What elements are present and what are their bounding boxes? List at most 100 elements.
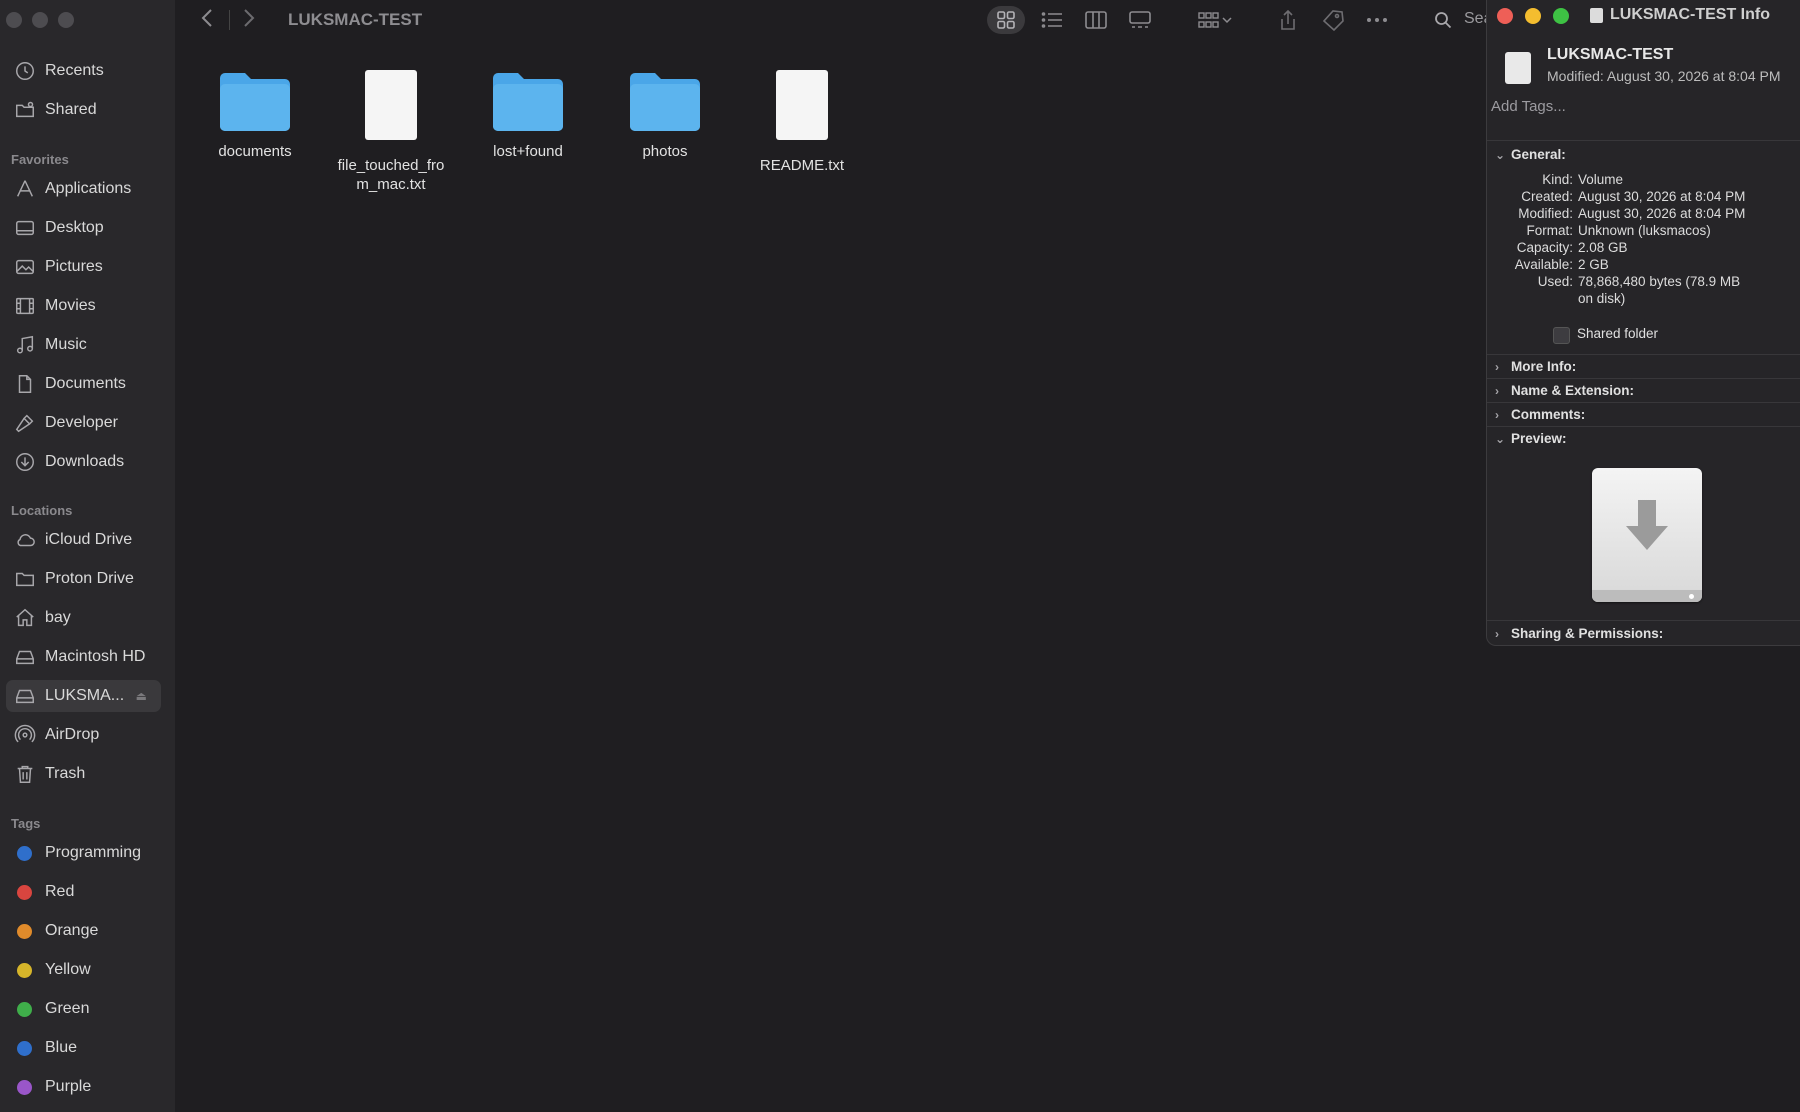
minimize-button[interactable]	[32, 12, 48, 28]
desktop-icon	[16, 220, 34, 236]
file-item-readme[interactable]: README.txt	[732, 70, 872, 175]
tag-color-dot	[17, 1001, 32, 1017]
info-title: LUKSMAC-TEST Info	[1590, 6, 1770, 24]
shared-folder-checkbox[interactable]	[1553, 327, 1570, 344]
info-window-controls	[1497, 8, 1569, 24]
section-name-extension[interactable]: › Name & Extension:	[1495, 383, 1634, 398]
tag-button[interactable]	[1320, 6, 1346, 34]
list-view-button[interactable]	[1037, 6, 1067, 34]
sidebar-item-trash[interactable]: Trash	[6, 758, 161, 790]
chevron-right-icon: ›	[1495, 359, 1499, 374]
tag-color-dot	[17, 962, 32, 978]
info-zoom-button[interactable]	[1553, 8, 1569, 24]
tag-color-dot	[17, 845, 32, 861]
section-sharing-permissions[interactable]: › Sharing & Permissions:	[1495, 626, 1663, 641]
forward-button[interactable]	[237, 8, 261, 32]
clock-icon	[16, 62, 34, 80]
info-minimize-button[interactable]	[1525, 8, 1541, 24]
file-item-lost-found[interactable]: lost+found	[458, 70, 598, 161]
share-button[interactable]	[1275, 6, 1301, 34]
sidebar-item-bay[interactable]: bay	[6, 602, 161, 634]
info-row-kind: Kind: Volume	[1542, 172, 1624, 187]
section-comments[interactable]: › Comments:	[1495, 407, 1585, 422]
sidebar-item-luksmac-test[interactable]: LUKSMA... ⏏	[6, 680, 161, 712]
section-preview[interactable]: ⌄ Preview:	[1495, 431, 1567, 446]
search-button[interactable]	[1432, 6, 1454, 34]
sidebar-item-macintosh-hd[interactable]: Macintosh HD	[6, 641, 161, 673]
back-button[interactable]	[195, 8, 219, 32]
download-icon	[16, 453, 34, 471]
sidebar-item-recents[interactable]: Recents	[6, 55, 161, 87]
file-name: photos	[642, 143, 688, 160]
file-item-photos[interactable]: photos	[595, 70, 735, 161]
sidebar-item-pictures[interactable]: Pictures	[6, 251, 161, 283]
tags-heading: Tags	[11, 816, 41, 831]
sidebar-tag-blue[interactable]: Blue	[6, 1032, 161, 1064]
trash-icon	[17, 765, 33, 783]
window-controls	[6, 12, 74, 28]
section-more-info[interactable]: › More Info:	[1495, 359, 1576, 374]
tag-color-dot	[17, 884, 32, 900]
film-icon	[16, 297, 34, 315]
column-view-button[interactable]	[1081, 6, 1111, 34]
file-name: file_touched_from_mac.txt	[337, 157, 445, 193]
sidebar-tag-red[interactable]: Red	[6, 876, 161, 908]
sidebar-item-proton-drive[interactable]: Proton Drive	[6, 563, 161, 595]
sidebar-item-shared[interactable]: Shared	[6, 94, 161, 126]
info-row-created: Created: August 30, 2026 at 8:04 PM	[1521, 189, 1746, 204]
sidebar-item-music[interactable]: Music	[6, 329, 161, 361]
sidebar-item-airdrop[interactable]: AirDrop	[6, 719, 161, 751]
sidebar-tag-programming[interactable]: Programming	[6, 837, 161, 869]
gallery-icon	[1129, 11, 1151, 28]
info-row-modified: Modified: August 30, 2026 at 8:04 PM	[1518, 206, 1746, 221]
eject-icon[interactable]: ⏏	[136, 689, 147, 703]
file-item-file-touched-from-mac[interactable]: file_touched_from_mac.txt	[321, 70, 461, 194]
close-button[interactable]	[6, 12, 22, 28]
folder-icon	[628, 70, 702, 132]
pictures-icon	[16, 259, 34, 275]
info-row-used-cont: on disk)	[1578, 291, 1626, 306]
nav-divider	[229, 10, 230, 30]
share-icon	[1281, 9, 1295, 30]
volume-icon	[1505, 52, 1531, 84]
list-icon	[1041, 12, 1062, 28]
divider	[1487, 378, 1800, 379]
sidebar-item-movies[interactable]: Movies	[6, 290, 161, 322]
info-close-button[interactable]	[1497, 8, 1513, 24]
sidebar-item-applications[interactable]: Applications	[6, 173, 161, 205]
zoom-button[interactable]	[58, 12, 74, 28]
file-item-documents[interactable]: documents	[185, 70, 325, 161]
sidebar-tag-purple[interactable]: Purple	[6, 1071, 161, 1103]
shared-folder-label: Shared folder	[1577, 326, 1659, 341]
drive-base	[1592, 590, 1702, 602]
info-row-available: Available: 2 GB	[1514, 257, 1609, 272]
home-icon	[16, 608, 34, 627]
sidebar-item-developer[interactable]: Developer	[6, 407, 161, 439]
text-file-icon	[776, 70, 828, 140]
sidebar-tag-green[interactable]: Green	[6, 993, 161, 1025]
icon-view-button[interactable]	[987, 6, 1025, 34]
sidebar-item-downloads[interactable]: Downloads	[6, 446, 161, 478]
file-name: README.txt	[759, 157, 845, 174]
sidebar-item-icloud-drive[interactable]: iCloud Drive	[6, 524, 161, 556]
sidebar-tag-yellow[interactable]: Yellow	[6, 954, 161, 986]
chevron-down-icon	[1222, 17, 1232, 24]
sidebar-item-documents[interactable]: Documents	[6, 368, 161, 400]
divider	[1487, 140, 1800, 141]
more-actions-button[interactable]	[1364, 6, 1390, 34]
file-name: documents	[218, 143, 292, 160]
locations-heading: Locations	[11, 503, 73, 518]
drive-icon	[16, 650, 34, 665]
group-by-button[interactable]	[1193, 6, 1237, 34]
sidebar-item-desktop[interactable]: Desktop	[6, 212, 161, 244]
chevron-right-icon: ›	[1495, 383, 1499, 398]
group-grid-icon	[1198, 12, 1219, 28]
file-name: lost+found	[493, 143, 563, 160]
section-general[interactable]: ⌄ General:	[1495, 147, 1566, 162]
sidebar-tag-orange[interactable]: Orange	[6, 915, 161, 947]
sidebar: Recents Shared Favorites Applications De…	[0, 0, 175, 1112]
gallery-view-button[interactable]	[1125, 6, 1155, 34]
add-tags-field[interactable]: Add Tags...	[1491, 98, 1566, 115]
window-title: LUKSMAC-TEST	[288, 10, 423, 29]
volume-name: LUKSMAC-TEST	[1547, 46, 1674, 63]
